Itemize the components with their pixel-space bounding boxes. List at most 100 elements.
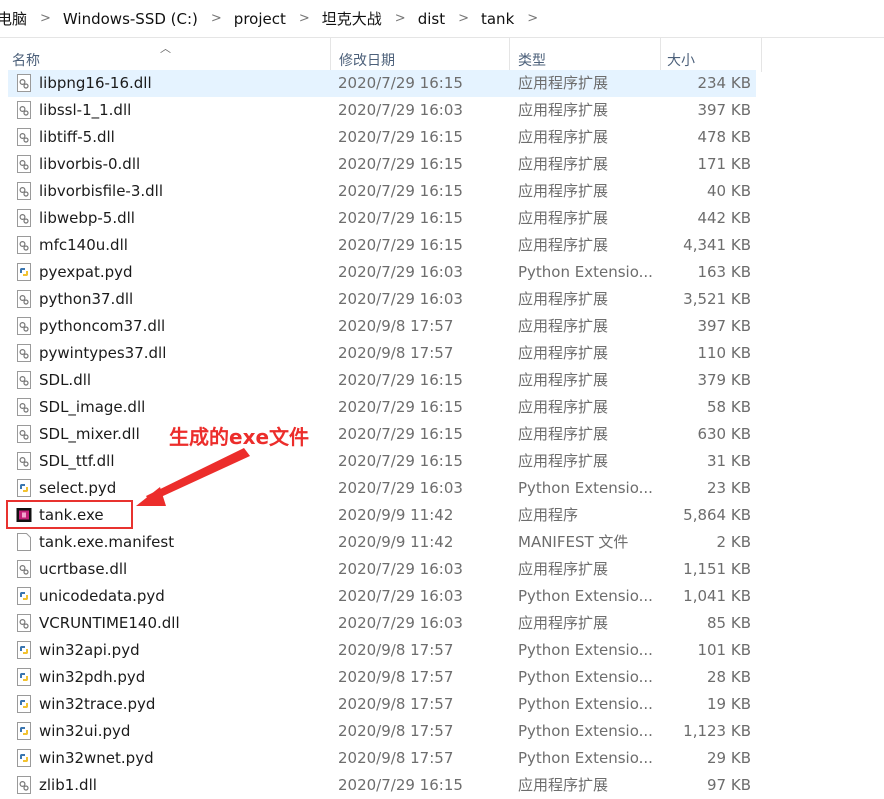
file-name: libvorbisfile-3.dll bbox=[39, 182, 164, 200]
file-type: 应用程序扩展 bbox=[518, 101, 609, 119]
file-type: 应用程序扩展 bbox=[518, 74, 609, 92]
breadcrumb-item[interactable]: 电脑 bbox=[0, 8, 27, 29]
file-row[interactable]: SDL_image.dll 2020/7/29 16:15 应用程序扩展 58 KB bbox=[8, 394, 756, 421]
breadcrumb-item[interactable]: tank bbox=[481, 10, 514, 28]
file-date: 2020/7/29 16:15 bbox=[338, 236, 463, 254]
file-row[interactable]: select.pyd 2020/7/29 16:03 Python Extensio… bbox=[8, 475, 756, 502]
column-header-date-label: 修改日期 bbox=[339, 53, 395, 69]
file-row[interactable]: libwebp-5.dll 2020/7/29 16:15 应用程序扩展 442 KB bbox=[8, 205, 756, 232]
breadcrumb-item[interactable]: dist bbox=[418, 10, 445, 28]
file-row[interactable]: win32pdh.pyd 2020/9/8 17:57 Python Extensi… bbox=[8, 664, 756, 691]
file-date: 2020/7/29 16:15 bbox=[338, 209, 463, 227]
file-date: 2020/9/9 11:42 bbox=[338, 533, 454, 551]
file-type: 应用程序扩展 bbox=[518, 317, 609, 335]
file-date: 2020/9/8 17:57 bbox=[338, 317, 454, 335]
file-size: 19 KB bbox=[707, 695, 751, 713]
file-size: 97 KB bbox=[707, 776, 751, 794]
file-date: 2020/7/29 16:15 bbox=[338, 452, 463, 470]
chevron-right-icon[interactable]: > bbox=[458, 11, 469, 26]
chevron-right-icon[interactable]: > bbox=[527, 11, 538, 26]
file-row[interactable]: win32api.pyd 2020/9/8 17:57 Python Extensi… bbox=[8, 637, 756, 664]
file-date: 2020/7/29 16:03 bbox=[338, 560, 463, 578]
file-name: python37.dll bbox=[39, 290, 134, 308]
file-type: 应用程序扩展 bbox=[518, 425, 609, 443]
file-row[interactable]: SDL_ttf.dll 2020/7/29 16:15 应用程序扩展 31 KB bbox=[8, 448, 756, 475]
file-type: 应用程序 bbox=[518, 506, 579, 524]
file-row[interactable]: pyexpat.pyd 2020/7/29 16:03 Python Extensi… bbox=[8, 259, 756, 286]
file-row[interactable]: win32ui.pyd 2020/9/8 17:57 Python Extensio… bbox=[8, 718, 756, 745]
file-size: 3,521 KB bbox=[683, 290, 751, 308]
file-row[interactable]: zlib1.dll 2020/7/29 16:15 应用程序扩展 97 KB bbox=[8, 772, 756, 799]
column-header-type[interactable]: 类型 bbox=[510, 38, 661, 72]
address-breadcrumb[interactable]: 电脑 > Windows-SSD (C:) > project > 坦克大战 > dist > ta… bbox=[0, 0, 884, 38]
chevron-right-icon[interactable]: > bbox=[211, 11, 222, 26]
file-row[interactable]: VCRUNTIME140.dll 2020/7/29 16:03 应用程序扩展 85 … bbox=[8, 610, 756, 637]
chevron-right-icon[interactable]: > bbox=[40, 11, 51, 26]
file-type: 应用程序扩展 bbox=[518, 290, 609, 308]
file-name: win32wnet.pyd bbox=[39, 749, 154, 767]
file-size: 171 KB bbox=[697, 155, 751, 173]
file-size: 23 KB bbox=[707, 479, 751, 497]
file-date: 2020/9/9 11:42 bbox=[338, 506, 454, 524]
breadcrumb-item[interactable]: 坦克大战 bbox=[322, 8, 382, 29]
column-header-size-label: 大小 bbox=[667, 53, 695, 69]
file-row[interactable]: libpng16-16.dll 2020/7/29 16:15 应用程序扩展 234 … bbox=[8, 70, 756, 97]
file-name: pywintypes37.dll bbox=[39, 344, 167, 362]
file-name: mfc140u.dll bbox=[39, 236, 128, 254]
file-size: 1,151 KB bbox=[683, 560, 751, 578]
file-row[interactable]: libvorbis-0.dll 2020/7/29 16:15 应用程序扩展 171 … bbox=[8, 151, 756, 178]
file-date: 2020/7/29 16:15 bbox=[338, 182, 463, 200]
file-row[interactable]: SDL.dll 2020/7/29 16:15 应用程序扩展 379 KB bbox=[8, 367, 756, 394]
file-type: MANIFEST 文件 bbox=[518, 533, 629, 551]
breadcrumb-item[interactable]: project bbox=[234, 10, 286, 28]
file-date: 2020/9/8 17:57 bbox=[338, 749, 454, 767]
file-name: select.pyd bbox=[39, 479, 117, 497]
file-row[interactable]: libssl-1_1.dll 2020/7/29 16:03 应用程序扩展 397 K… bbox=[8, 97, 756, 124]
file-type: Python Extensio... bbox=[518, 749, 653, 767]
file-size: 110 KB bbox=[697, 344, 751, 362]
file-name: win32api.pyd bbox=[39, 641, 140, 659]
file-size: 101 KB bbox=[697, 641, 751, 659]
file-type: 应用程序扩展 bbox=[518, 614, 609, 632]
file-row[interactable]: win32trace.pyd 2020/9/8 17:57 Python Exten… bbox=[8, 691, 756, 718]
file-type: Python Extensio... bbox=[518, 722, 653, 740]
file-row[interactable]: libtiff-5.dll 2020/7/29 16:15 应用程序扩展 478 KB bbox=[8, 124, 756, 151]
file-row[interactable]: pywintypes37.dll 2020/9/8 17:57 应用程序扩展 110 … bbox=[8, 340, 756, 367]
chevron-right-icon[interactable]: > bbox=[395, 11, 406, 26]
file-type: Python Extensio... bbox=[518, 263, 653, 281]
file-date: 2020/9/8 17:57 bbox=[338, 722, 454, 740]
file-name: libtiff-5.dll bbox=[39, 128, 115, 146]
file-date: 2020/7/29 16:03 bbox=[338, 290, 463, 308]
file-date: 2020/7/29 16:15 bbox=[338, 371, 463, 389]
file-size: 85 KB bbox=[707, 614, 751, 632]
file-row[interactable]: libvorbisfile-3.dll 2020/7/29 16:15 应用程序扩展… bbox=[8, 178, 756, 205]
file-date: 2020/7/29 16:15 bbox=[338, 155, 463, 173]
file-size: 58 KB bbox=[707, 398, 751, 416]
file-type: 应用程序扩展 bbox=[518, 344, 609, 362]
file-date: 2020/7/29 16:15 bbox=[338, 425, 463, 443]
file-size: 40 KB bbox=[707, 182, 751, 200]
file-row[interactable]: win32wnet.pyd 2020/9/8 17:57 Python Extens… bbox=[8, 745, 756, 772]
file-type: 应用程序扩展 bbox=[518, 236, 609, 254]
file-row[interactable]: python37.dll 2020/7/29 16:03 应用程序扩展 3,521 K… bbox=[8, 286, 756, 313]
file-row[interactable]: pythoncom37.dll 2020/9/8 17:57 应用程序扩展 397 K… bbox=[8, 313, 756, 340]
file-row[interactable]: SDL_mixer.dll 2020/7/29 16:15 应用程序扩展 630 KB bbox=[8, 421, 756, 448]
file-type: 应用程序扩展 bbox=[518, 128, 609, 146]
file-size: 397 KB bbox=[697, 317, 751, 335]
file-row[interactable]: unicodedata.pyd 2020/7/29 16:03 Python Ext… bbox=[8, 583, 756, 610]
file-type: 应用程序扩展 bbox=[518, 371, 609, 389]
file-row[interactable]: mfc140u.dll 2020/7/29 16:15 应用程序扩展 4,341 KB bbox=[8, 232, 756, 259]
file-date: 2020/9/8 17:57 bbox=[338, 695, 454, 713]
file-row[interactable]: tank.exe.manifest 2020/9/9 11:42 MANIFEST … bbox=[8, 529, 756, 556]
column-header-bar: 名称 修改日期 类型 大小 bbox=[0, 38, 884, 72]
file-name: win32trace.pyd bbox=[39, 695, 156, 713]
file-type: 应用程序扩展 bbox=[518, 560, 609, 578]
file-name: win32pdh.pyd bbox=[39, 668, 146, 686]
file-size: 1,123 KB bbox=[683, 722, 751, 740]
column-header-date[interactable]: 修改日期 bbox=[331, 38, 510, 72]
chevron-right-icon[interactable]: > bbox=[299, 11, 310, 26]
file-type: 应用程序扩展 bbox=[518, 776, 609, 794]
file-row[interactable]: ucrtbase.dll 2020/7/29 16:03 应用程序扩展 1,151 K… bbox=[8, 556, 756, 583]
column-header-size[interactable]: 大小 bbox=[661, 38, 762, 72]
breadcrumb-item[interactable]: Windows-SSD (C:) bbox=[63, 10, 198, 28]
